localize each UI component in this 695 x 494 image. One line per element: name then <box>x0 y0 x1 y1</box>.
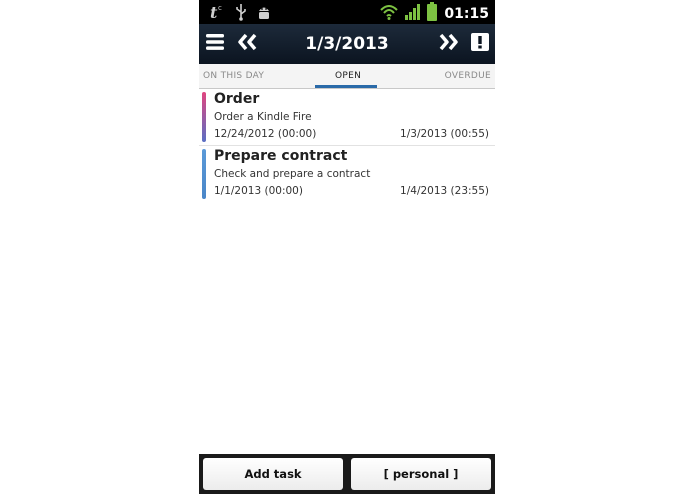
battery-icon <box>426 2 438 26</box>
task-start-date: 1/1/2013 (00:00) <box>214 185 303 197</box>
task-end-date: 1/4/2013 (23:55) <box>400 185 489 197</box>
double-chevron-left-icon <box>236 33 258 55</box>
svg-text:c: c <box>218 4 222 12</box>
task-start-date: 12/24/2012 (00:00) <box>214 128 317 140</box>
android-debug-icon <box>257 3 271 25</box>
task-description: Check and prepare a contract <box>214 168 371 180</box>
category-button[interactable]: [ personal ] <box>351 458 491 490</box>
status-bar: tc 01:15 <box>199 0 495 24</box>
menu-button[interactable] <box>201 30 229 58</box>
tab-bar: ON THIS DAY OPEN OVERDUE <box>199 64 495 89</box>
task-list: Order Order a Kindle Fire 12/24/2012 (00… <box>199 89 495 202</box>
double-chevron-right-icon <box>438 33 460 55</box>
task-color-bar <box>202 149 206 199</box>
task-description: Order a Kindle Fire <box>214 111 312 123</box>
next-day-button[interactable] <box>435 30 463 58</box>
previous-day-button[interactable] <box>233 30 261 58</box>
tab-on-this-day[interactable]: ON THIS DAY <box>203 64 264 88</box>
svg-text:t: t <box>210 3 218 21</box>
action-bar: 1/3/2013 <box>199 24 495 64</box>
active-tab-indicator <box>315 85 377 88</box>
list-item[interactable]: Prepare contract Check and prepare a con… <box>199 146 495 202</box>
current-date-title[interactable]: 1/3/2013 <box>279 24 415 64</box>
tab-overdue[interactable]: OVERDUE <box>445 64 491 88</box>
wifi-icon <box>380 3 399 25</box>
usb-icon <box>235 3 247 25</box>
status-clock: 01:15 <box>444 6 489 22</box>
list-item[interactable]: Order Order a Kindle Fire 12/24/2012 (00… <box>199 89 495 146</box>
add-task-button[interactable]: Add task <box>203 458 343 490</box>
task-end-date: 1/3/2013 (00:55) <box>400 128 489 140</box>
menu-icon <box>205 33 225 55</box>
bottom-bar: Add task [ personal ] <box>199 454 495 494</box>
alert-button[interactable] <box>466 30 494 58</box>
tasker-icon: tc <box>209 3 225 25</box>
task-color-bar <box>202 92 206 142</box>
app-screen: tc 01:15 1/3/2013 ON THIS DAY OPEN OVERD… <box>199 0 495 494</box>
task-title: Order <box>214 91 260 107</box>
task-title: Prepare contract <box>214 148 348 164</box>
exclamation-icon <box>470 32 490 56</box>
signal-icon <box>404 3 421 25</box>
